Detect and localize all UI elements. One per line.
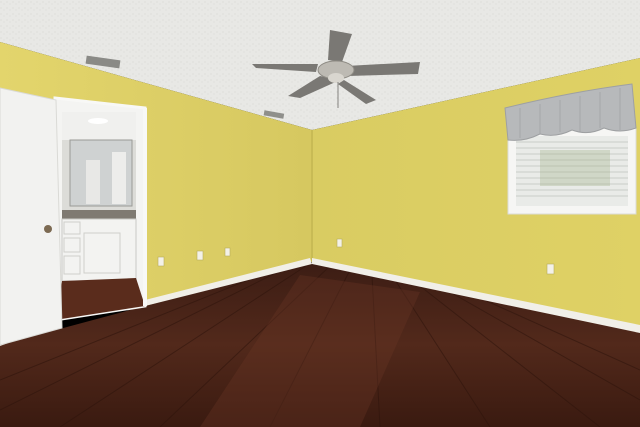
open-door xyxy=(0,87,63,346)
door-knob-icon xyxy=(44,225,52,233)
outlet xyxy=(224,247,231,257)
outlet xyxy=(157,256,165,267)
room-illustration xyxy=(0,0,640,427)
bath-cabinet xyxy=(61,218,137,282)
outlet xyxy=(546,263,555,275)
outlet xyxy=(336,238,343,248)
outlet xyxy=(196,250,204,261)
bedroom-scene xyxy=(0,0,640,427)
bathroom-doorway xyxy=(53,96,147,322)
window xyxy=(507,127,637,215)
